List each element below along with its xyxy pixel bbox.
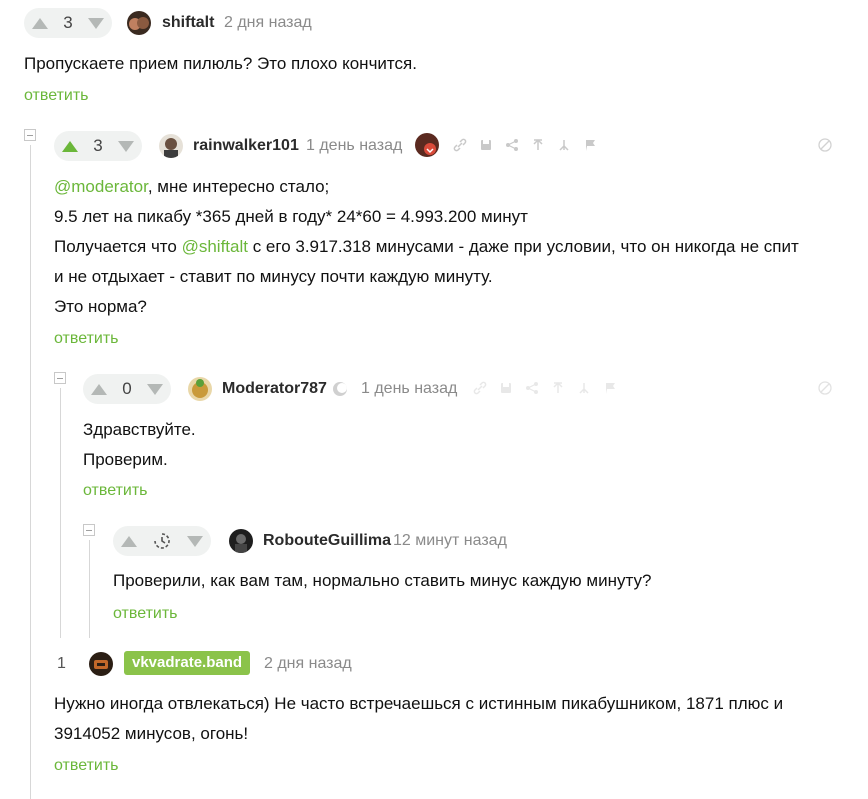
username-badge[interactable]: vkvadrate.band [124,651,251,675]
reply-link[interactable]: ответить [113,605,178,623]
timestamp[interactable]: 1 день назад [306,137,402,155]
downvote-button[interactable] [88,17,104,29]
flag-icon[interactable] [603,381,617,395]
collapse-button[interactable] [24,129,36,141]
username[interactable]: RobouteGuillima [263,532,391,550]
pending-icon [154,533,170,549]
award-icon[interactable] [415,133,439,157]
upload-icon[interactable] [531,138,545,152]
comment-text: @moderator, мне интересно стало; [54,172,329,202]
thread-line[interactable] [60,388,61,638]
mention-link[interactable]: @moderator [54,177,148,196]
vote-widget: 0 [83,374,171,404]
reply-link[interactable]: ответить [54,757,119,775]
vote-widget: 3 [54,131,142,161]
share-icon[interactable] [505,138,519,152]
avatar[interactable] [159,134,183,158]
downvote-button[interactable] [118,140,134,152]
upvote-button[interactable] [91,383,107,395]
timestamp[interactable]: 2 дня назад [264,655,352,673]
collapsed-count[interactable]: 1 [57,655,66,673]
rating-count: 3 [63,13,73,32]
username[interactable]: rainwalker101 [193,137,299,155]
moderator-badge-icon [333,382,347,396]
timestamp[interactable]: 1 день назад [361,380,457,398]
comment-text: Проверим. [83,450,168,469]
timestamp[interactable]: 2 дня назад [224,14,312,32]
comment-text: Нужно иногда отвлекаться) Не часто встре… [54,694,784,713]
block-icon[interactable] [818,381,832,395]
text-fragment: Получается что [54,237,182,256]
comment-text: 9.5 лет на пикабу *365 дней в году* 24*6… [54,207,528,226]
timestamp[interactable]: 12 минут назад [393,532,507,550]
comment-text: Это норма? [54,297,147,316]
thread-line[interactable] [89,540,90,638]
downvote-button[interactable] [187,535,203,547]
comment-text: Здравствуйте. [83,420,196,439]
comment-tools [453,138,597,152]
reply-link[interactable]: ответить [24,87,89,105]
avatar[interactable] [127,11,151,35]
upvote-button[interactable] [62,140,78,152]
flag-icon[interactable] [583,138,597,152]
comment-text: и не отдыхает - ставит по минусу почти к… [54,267,493,286]
comment-text: Получается что @shiftalt с его 3.917.318… [54,232,799,262]
save-icon[interactable] [499,381,513,395]
thread-line[interactable] [30,145,31,799]
comment-text: Проверили, как вам там, нормально ставит… [113,571,652,590]
avatar[interactable] [229,529,253,553]
save-icon[interactable] [479,138,493,152]
upvote-button[interactable] [32,17,48,29]
vote-widget: 3 [24,8,112,38]
branch-icon[interactable] [577,381,591,395]
text-fragment: с его 3.917.318 минусами - даже при усло… [247,237,799,256]
avatar[interactable] [188,377,212,401]
block-icon[interactable] [818,138,832,152]
text-fragment: , мне интересно стало; [147,177,330,196]
comment-text: 3914052 минусов, огонь! [54,724,249,743]
reply-link[interactable]: ответить [83,482,148,500]
link-icon[interactable] [453,138,467,152]
share-icon[interactable] [525,381,539,395]
rating-count: 0 [122,379,132,398]
username[interactable]: Moderator787 [222,380,327,398]
upvote-button[interactable] [121,535,137,547]
link-icon[interactable] [473,381,487,395]
comment-text: Пропускаете прием пилюль? Это плохо конч… [24,54,417,73]
avatar[interactable] [89,652,113,676]
collapse-button[interactable] [54,372,66,384]
comment-tools [473,381,617,395]
reply-link[interactable]: ответить [54,330,119,348]
downvote-button[interactable] [147,383,163,395]
mention-link[interactable]: @shiftalt [182,237,248,256]
collapse-button[interactable] [83,524,95,536]
branch-icon[interactable] [557,138,571,152]
rating-count: 3 [93,136,103,155]
username[interactable]: shiftalt [162,14,214,32]
upload-icon[interactable] [551,381,565,395]
vote-widget [113,526,211,556]
